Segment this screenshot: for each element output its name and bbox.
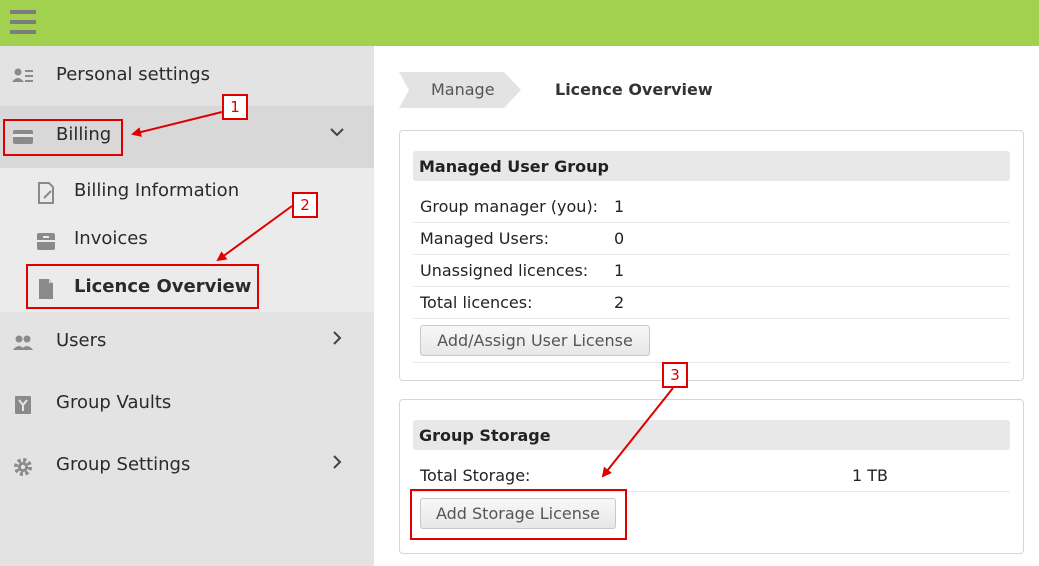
document-icon xyxy=(39,279,53,299)
table-row: Unassigned licences: 1 xyxy=(413,255,1010,287)
sidebar-item-users[interactable]: Users xyxy=(0,312,374,374)
sidebar-subitem-label: Invoices xyxy=(74,228,148,249)
managed-user-group-panel: Managed User Group Group manager (you): … xyxy=(399,130,1024,381)
row-value: 2 xyxy=(614,293,625,312)
sidebar-item-label: Users xyxy=(56,330,107,351)
sidebar-subitem-licence-overview[interactable]: Licence Overview xyxy=(0,264,374,312)
breadcrumb-manage[interactable]: Manage xyxy=(399,72,529,108)
table-row: Managed Users: 0 xyxy=(413,223,1010,255)
sidebar-item-label: Billing xyxy=(56,124,112,145)
add-storage-license-button[interactable]: Add Storage License xyxy=(420,498,616,529)
row-label: Total Storage: xyxy=(420,466,531,485)
breadcrumb-current: Licence Overview xyxy=(555,80,713,99)
row-label: Unassigned licences: xyxy=(420,261,589,280)
sidebar-subitem-label: Licence Overview xyxy=(74,276,252,297)
row-value: 1 TB xyxy=(852,466,889,485)
row-value: 1 xyxy=(614,197,625,216)
users-icon xyxy=(13,335,33,350)
main-content: Manage Licence Overview Managed User Gro… xyxy=(374,46,1039,566)
row-value: 1 xyxy=(614,261,625,280)
row-value: 0 xyxy=(614,229,625,248)
table-row: Total licences: 2 xyxy=(413,287,1010,319)
sidebar-item-billing[interactable]: Billing xyxy=(0,106,374,168)
annotation-badge-1: 1 xyxy=(222,94,248,120)
document-edit-icon xyxy=(38,182,54,204)
sidebar-item-label: Group Settings xyxy=(56,454,191,475)
hamburger-menu-icon[interactable] xyxy=(10,10,36,34)
credit-card-icon xyxy=(13,130,33,144)
sidebar-item-label: Group Vaults xyxy=(56,392,172,413)
panel-title: Managed User Group xyxy=(419,157,609,176)
invoice-drawer-icon xyxy=(37,233,55,250)
annotation-badge-2: 2 xyxy=(292,192,318,218)
table-row: Total Storage: 1 TB xyxy=(413,460,1010,492)
annotation-badge-3: 3 xyxy=(662,362,688,388)
sidebar-item-personal-settings[interactable]: Personal settings xyxy=(0,46,374,108)
row-label: Total licences: xyxy=(420,293,533,312)
panel-title: Group Storage xyxy=(419,426,551,445)
sidebar-item-label: Personal settings xyxy=(56,64,211,85)
sidebar-item-group-settings[interactable]: Group Settings xyxy=(0,436,374,498)
gear-icon xyxy=(14,458,32,476)
row-label: Group manager (you): xyxy=(420,197,599,216)
billing-submenu: Billing Information Invoices Licence Ove… xyxy=(0,168,374,312)
sidebar-item-group-vaults[interactable]: Group Vaults xyxy=(0,374,374,436)
breadcrumb-parent-label: Manage xyxy=(431,80,495,99)
chevron-right-icon[interactable] xyxy=(330,455,344,469)
panel-header: Group Storage xyxy=(413,420,1010,450)
table-row: Add/Assign User License xyxy=(413,319,1010,363)
add-assign-user-license-button[interactable]: Add/Assign User License xyxy=(420,325,650,356)
row-label: Managed Users: xyxy=(420,229,549,248)
chevron-down-icon[interactable] xyxy=(330,125,344,139)
table-row: Group manager (you): 1 xyxy=(413,191,1010,223)
group-storage-panel: Group Storage Total Storage: 1 TB Add St… xyxy=(399,399,1024,554)
chevron-right-icon[interactable] xyxy=(330,331,344,345)
table-row: Add Storage License xyxy=(413,492,1010,535)
sidebar: Personal settings Billing Billing Inform… xyxy=(0,46,374,566)
vault-icon xyxy=(15,396,31,414)
sidebar-subitem-label: Billing Information xyxy=(74,180,240,201)
sidebar-subitem-invoices[interactable]: Invoices xyxy=(0,216,374,264)
personal-settings-icon xyxy=(12,68,33,82)
top-bar xyxy=(0,0,1039,46)
panel-header: Managed User Group xyxy=(413,151,1010,181)
